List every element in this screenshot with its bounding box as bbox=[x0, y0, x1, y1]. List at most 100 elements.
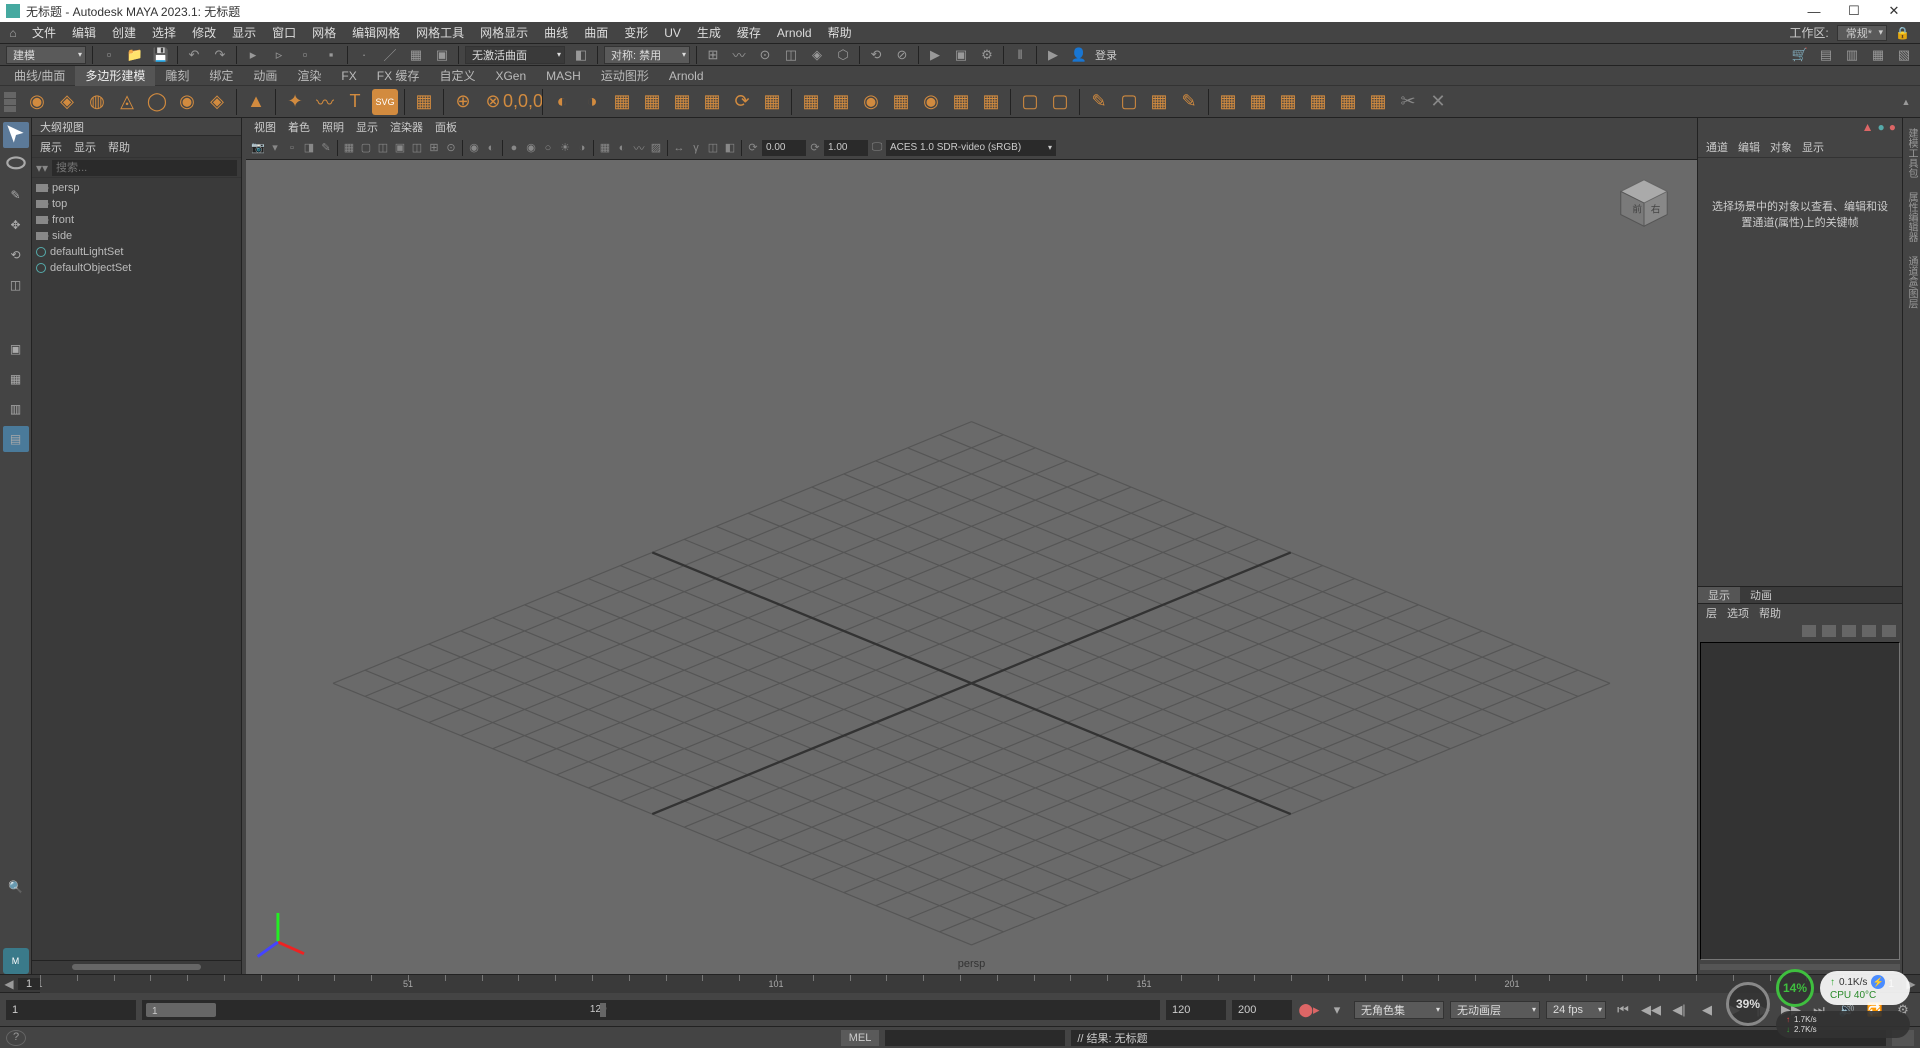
menu-网格显示[interactable]: 网格显示 bbox=[472, 26, 536, 40]
shelf-item-13[interactable]: SVG bbox=[372, 89, 398, 115]
timeline-current-end[interactable]: 1 bbox=[1880, 978, 1902, 990]
shelf-item-17[interactable]: ⊕ bbox=[450, 89, 476, 115]
shelf-tab-6[interactable]: FX bbox=[331, 66, 366, 86]
shelf-item-31[interactable]: ▦ bbox=[828, 89, 854, 115]
shelf-item-34[interactable]: ◉ bbox=[918, 89, 944, 115]
menu-变形[interactable]: 变形 bbox=[616, 26, 656, 40]
shelf-item-48[interactable]: ▦ bbox=[1275, 89, 1301, 115]
menu-曲线[interactable]: 曲线 bbox=[536, 26, 576, 40]
viewport-canvas[interactable]: 前 右 persp bbox=[246, 160, 1697, 974]
script-lang-label[interactable]: MEL bbox=[841, 1030, 880, 1046]
save-scene-icon[interactable]: 💾 bbox=[151, 45, 171, 65]
snap-plane-icon[interactable]: ◫ bbox=[781, 45, 801, 65]
side-tab[interactable]: 属性编辑器 bbox=[1904, 186, 1919, 248]
menu-生成[interactable]: 生成 bbox=[689, 26, 729, 40]
shelf-tab-11[interactable]: 运动图形 bbox=[591, 66, 659, 86]
play-fwd-icon[interactable]: ▶ bbox=[1724, 999, 1746, 1021]
shelf-tab-7[interactable]: FX 缓存 bbox=[367, 66, 430, 86]
shelf-item-51[interactable]: ▦ bbox=[1365, 89, 1391, 115]
shelf-item-23[interactable]: ▦ bbox=[609, 89, 635, 115]
shelf-item-52[interactable]: ✂ bbox=[1395, 89, 1421, 115]
marketplace-icon[interactable]: 🛒 bbox=[1790, 45, 1810, 65]
select-mode-icon[interactable]: ▸ bbox=[243, 45, 263, 65]
shelf-item-35[interactable]: ▦ bbox=[948, 89, 974, 115]
shelf-item-46[interactable]: ▦ bbox=[1215, 89, 1241, 115]
vp-shadow-icon[interactable]: ◑ bbox=[574, 140, 590, 156]
vp-safe-icon[interactable]: ◫ bbox=[409, 140, 425, 156]
vp-gate-input[interactable]: 0.00 bbox=[762, 140, 806, 156]
shelf-item-0[interactable]: ◉ bbox=[24, 89, 50, 115]
timeline-right-icon[interactable]: ▶ bbox=[1902, 977, 1920, 991]
layout-persp-icon[interactable]: ▤ bbox=[3, 426, 29, 452]
symmetry-selector[interactable]: 对称: 禁用 bbox=[604, 46, 690, 64]
pause-eval-icon[interactable]: ‖ bbox=[1010, 45, 1030, 65]
play-nextkey-icon[interactable]: ▶▶ bbox=[1780, 999, 1802, 1021]
select-comp-icon[interactable]: ▪ bbox=[321, 45, 341, 65]
charset-selector[interactable]: 无角色集 bbox=[1354, 1001, 1444, 1019]
shelf-item-24[interactable]: ▦ bbox=[639, 89, 665, 115]
open-scene-icon[interactable]: 📁 bbox=[125, 45, 145, 65]
uv-mask-icon[interactable]: ▣ bbox=[432, 45, 452, 65]
lock-icon[interactable]: 🔒 bbox=[1889, 26, 1916, 40]
outliner-item[interactable]: persp bbox=[32, 180, 241, 196]
play-prevkey-icon[interactable]: ◀◀ bbox=[1640, 999, 1662, 1021]
select-hier-icon[interactable]: ▹ bbox=[269, 45, 289, 65]
shelf-item-53[interactable]: ✕ bbox=[1425, 89, 1451, 115]
new-scene-icon[interactable]: ▫ bbox=[99, 45, 119, 65]
fps-selector[interactable]: 24 fps bbox=[1546, 1001, 1606, 1019]
shelf-item-44[interactable]: ✎ bbox=[1176, 89, 1202, 115]
menu-Arnold[interactable]: Arnold bbox=[769, 26, 820, 40]
shelf-tab-1[interactable]: 多边形建模 bbox=[75, 66, 155, 86]
select-obj-icon[interactable]: ▫ bbox=[295, 45, 315, 65]
shelf-tab-4[interactable]: 动画 bbox=[243, 66, 287, 86]
menu-窗口[interactable]: 窗口 bbox=[264, 26, 304, 40]
vp-gate-icon[interactable]: ◫ bbox=[375, 140, 391, 156]
shelf-item-25[interactable]: ▦ bbox=[669, 89, 695, 115]
menu-帮助[interactable]: 帮助 bbox=[820, 26, 860, 40]
outliner-search-input[interactable] bbox=[52, 160, 237, 176]
snap-point-icon[interactable]: ⊙ bbox=[755, 45, 775, 65]
rotate-tool-icon[interactable]: ⟲ bbox=[3, 242, 29, 268]
shelf-item-27[interactable]: ⟳ bbox=[729, 89, 755, 115]
menu-修改[interactable]: 修改 bbox=[184, 26, 224, 40]
shelf-item-22[interactable]: ◑ bbox=[579, 89, 605, 115]
shelf-item-6[interactable]: ◈ bbox=[204, 89, 230, 115]
vp-imgplane-icon[interactable]: ▫ bbox=[284, 140, 300, 156]
vp-menu-着色[interactable]: 着色 bbox=[288, 119, 310, 135]
live-surface-display[interactable]: 无激活曲面 bbox=[465, 46, 565, 64]
edge-mask-icon[interactable]: ／ bbox=[380, 45, 400, 65]
layer-tab-display[interactable]: 显示 bbox=[1698, 587, 1740, 603]
vp-res-icon[interactable]: ▣ bbox=[392, 140, 408, 156]
vp-ao-icon[interactable]: ◐ bbox=[614, 140, 630, 156]
shelf-item-32[interactable]: ◉ bbox=[858, 89, 884, 115]
close-button[interactable]: ✕ bbox=[1874, 3, 1914, 19]
shelf-item-33[interactable]: ▦ bbox=[888, 89, 914, 115]
menu-曲面[interactable]: 曲面 bbox=[576, 26, 616, 40]
audio-icon[interactable]: 🔊 bbox=[1836, 999, 1858, 1021]
history-toggle-icon[interactable]: ⟲ bbox=[866, 45, 886, 65]
shelf-tab-0[interactable]: 曲线/曲面 bbox=[4, 66, 75, 86]
vp-menu-渲染器[interactable]: 渲染器 bbox=[390, 119, 423, 135]
vp-film-icon[interactable]: ▢ bbox=[358, 140, 374, 156]
shelf-item-30[interactable]: ▦ bbox=[798, 89, 824, 115]
layer-down-icon[interactable] bbox=[1882, 625, 1896, 637]
menu-创建[interactable]: 创建 bbox=[104, 26, 144, 40]
scale-tool-icon[interactable]: ◫ bbox=[3, 272, 29, 298]
paint-select-tool-icon[interactable]: ✎ bbox=[3, 182, 29, 208]
shelf-item-28[interactable]: ▦ bbox=[759, 89, 785, 115]
layer-vis2-icon[interactable] bbox=[1822, 625, 1836, 637]
vp-colour-icon[interactable]: ◧ bbox=[722, 140, 738, 156]
vp-tex-icon[interactable]: ▦ bbox=[597, 140, 613, 156]
view-cube[interactable]: 前 右 bbox=[1615, 174, 1673, 232]
cb-tab-对象[interactable]: 对象 bbox=[1770, 139, 1792, 155]
shelf-item-36[interactable]: ▦ bbox=[978, 89, 1004, 115]
snap-grid-icon[interactable]: ⊞ bbox=[703, 45, 723, 65]
range-end-b-input[interactable]: 200 bbox=[1232, 1000, 1292, 1020]
snap-live-icon[interactable]: ⬡ bbox=[833, 45, 853, 65]
shelf-item-2[interactable]: ◍ bbox=[84, 89, 110, 115]
vp-colorspace-icon[interactable]: 🖵 bbox=[869, 140, 885, 156]
vp-camlist-icon[interactable]: 📷 bbox=[250, 140, 266, 156]
layout-panel2-icon[interactable]: ▥ bbox=[1842, 45, 1862, 65]
shelf-item-4[interactable]: ◯ bbox=[144, 89, 170, 115]
shelf-item-10[interactable]: ✦ bbox=[282, 89, 308, 115]
